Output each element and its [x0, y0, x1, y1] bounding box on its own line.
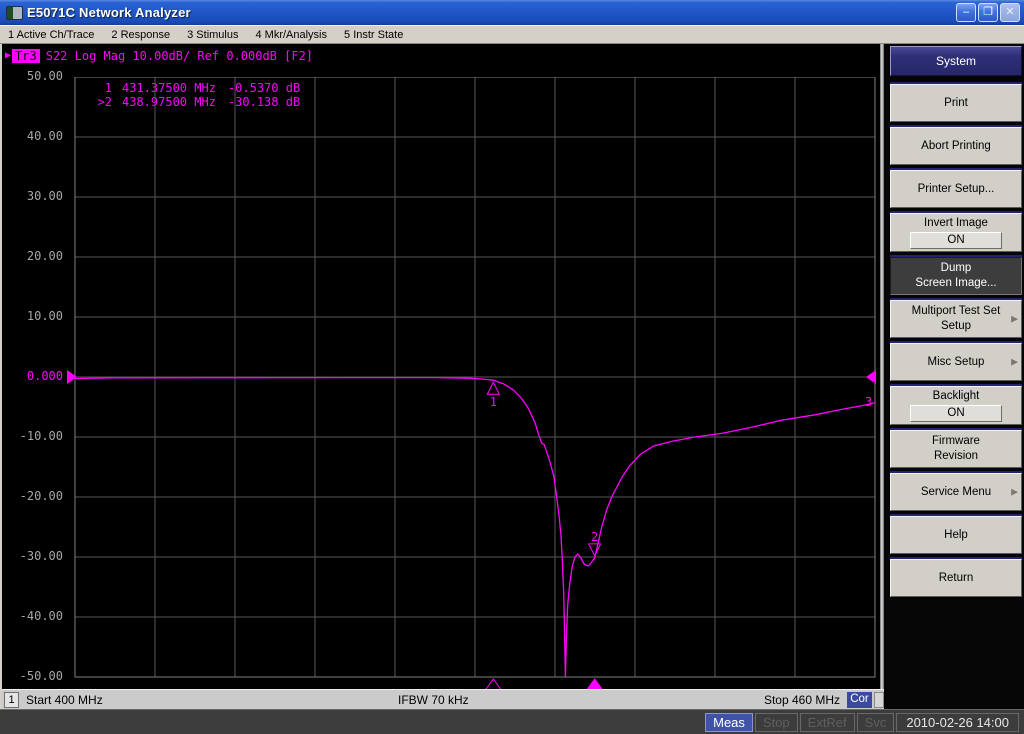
- softkey-menu-title: System: [890, 46, 1022, 76]
- y-axis-label: -50.00: [19, 669, 63, 683]
- correction-badge: Cor: [847, 692, 872, 708]
- softkey-label: Printer Setup...: [917, 182, 995, 195]
- softkey-return[interactable]: Return: [890, 557, 1022, 597]
- menu-item-instr-state[interactable]: 5 Instr State: [342, 28, 405, 42]
- trace-marker-icon: [587, 543, 602, 557]
- menu-item-mkr-analysis[interactable]: 4 Mkr/Analysis: [253, 28, 329, 42]
- softkey-label: Revision: [933, 450, 979, 462]
- trace-number-label: 3: [865, 395, 873, 409]
- trace-header: ▶ Tr3 S22 Log Mag 10.00dB/ Ref 0.000dB […: [5, 48, 313, 63]
- menu-item-stimulus[interactable]: 3 Stimulus: [185, 28, 240, 42]
- trace-marker-number: 2: [591, 530, 598, 544]
- submenu-arrow-icon: ▶: [1011, 486, 1018, 497]
- trace-marker-icon: [486, 381, 501, 395]
- channel-status-bar: 1 Start 400 MHz IFBW 70 kHz Stop 460 MHz…: [2, 689, 884, 709]
- status-indicator-extref: ExtRef: [799, 712, 855, 732]
- softkey-print[interactable]: Print: [890, 82, 1022, 122]
- softkey-label: Help: [944, 528, 968, 541]
- softkey-dump-screen-image[interactable]: Dump Screen Image...: [890, 255, 1022, 295]
- menu-item-response[interactable]: 2 Response: [109, 28, 172, 42]
- softkey-service-menu[interactable]: Service Menu ▶: [890, 471, 1022, 511]
- y-axis-label: -40.00: [19, 609, 63, 623]
- app-icon: [6, 5, 23, 20]
- softkey-label: Service Menu: [920, 485, 992, 498]
- softkey-misc-setup[interactable]: Misc Setup ▶: [890, 341, 1022, 381]
- y-axis-label: 20.00: [26, 249, 63, 263]
- stop-frequency-label: Stop 460 MHz: [763, 693, 840, 707]
- graticule: 12: [74, 77, 876, 691]
- close-button[interactable]: ✕: [1000, 3, 1020, 22]
- y-axis-label: 50.00: [26, 69, 63, 83]
- start-frequency-label: Start 400 MHz: [26, 693, 103, 707]
- softkey-label: Screen Image...: [915, 277, 997, 289]
- window-title: E5071C Network Analyzer: [27, 5, 191, 20]
- softkey-toggle-state: ON: [910, 232, 1002, 249]
- trace-marker-number: 1: [490, 395, 497, 409]
- softkey-label: Abort Printing: [921, 139, 991, 152]
- active-trace-arrow-icon: ▶: [5, 50, 12, 61]
- correction-aux-box: [874, 692, 884, 708]
- menu-item-active-ch-trace[interactable]: 1 Active Ch/Trace: [6, 28, 96, 42]
- trace-descriptor: S22 Log Mag 10.00dB/ Ref 0.000dB [F2]: [45, 48, 314, 63]
- minimize-button[interactable]: –: [956, 3, 976, 22]
- softkey-label: Backlight: [932, 390, 980, 402]
- trace-id-badge[interactable]: Tr3: [12, 48, 40, 63]
- y-axis-label: -10.00: [19, 429, 63, 443]
- status-indicator-meas: Meas: [705, 712, 753, 732]
- softkey-invert-image[interactable]: Invert Image ON: [890, 211, 1022, 252]
- reference-level-arrow-right: [866, 370, 876, 384]
- softkey-help[interactable]: Help: [890, 514, 1022, 554]
- status-bar: Meas Stop ExtRef Svc 2010-02-26 14:00: [0, 709, 1024, 734]
- y-axis-label: 30.00: [26, 189, 63, 203]
- reference-level-arrow-left: [67, 370, 77, 384]
- softkey-toggle-state: ON: [910, 405, 1002, 422]
- restore-button[interactable]: ❐: [978, 3, 998, 22]
- y-axis-label: -20.00: [19, 489, 63, 503]
- window-titlebar: E5071C Network Analyzer – ❐ ✕: [0, 0, 1024, 25]
- status-indicator-stop: Stop: [754, 712, 798, 732]
- softkey-label: Return: [938, 571, 974, 584]
- softkey-backlight[interactable]: Backlight ON: [890, 384, 1022, 425]
- ifbw-label: IFBW 70 kHz: [398, 693, 469, 707]
- softkey-label: Multiport Test Set: [911, 305, 1001, 317]
- datetime-display: 2010-02-26 14:00: [896, 712, 1019, 732]
- y-axis-label: 10.00: [26, 309, 63, 323]
- submenu-arrow-icon: ▶: [1011, 356, 1018, 367]
- y-axis-label: -30.00: [19, 549, 63, 563]
- softkey-label: Firmware: [932, 435, 980, 447]
- menu-bar: 1 Active Ch/Trace 2 Response 3 Stimulus 4 M…: [0, 25, 1024, 44]
- softkey-abort-printing[interactable]: Abort Printing: [890, 125, 1022, 165]
- softkey-label: Dump: [940, 262, 972, 274]
- softkey-label: Print: [944, 96, 968, 109]
- y-axis-label: 0.000: [26, 369, 63, 383]
- status-indicator-svc: Svc: [856, 712, 895, 732]
- softkey-printer-setup[interactable]: Printer Setup...: [890, 168, 1022, 208]
- softkey-label: Invert Image: [924, 217, 988, 229]
- instrument-screen: ▶ Tr3 S22 Log Mag 10.00dB/ Ref 0.000dB […: [2, 44, 880, 691]
- softkey-label: Misc Setup: [927, 355, 985, 368]
- softkey-label: Setup: [940, 320, 972, 332]
- channel-number-box: 1: [4, 692, 19, 708]
- softkey-firmware-revision[interactable]: Firmware Revision: [890, 428, 1022, 468]
- submenu-arrow-icon: ▶: [1011, 313, 1018, 324]
- y-axis-label: 40.00: [26, 129, 63, 143]
- softkey-sidebar: System Print Abort Printing Printer Setup.…: [884, 44, 1024, 709]
- softkey-multiport-test-set-setup[interactable]: Multiport Test Set Setup ▶: [890, 298, 1022, 338]
